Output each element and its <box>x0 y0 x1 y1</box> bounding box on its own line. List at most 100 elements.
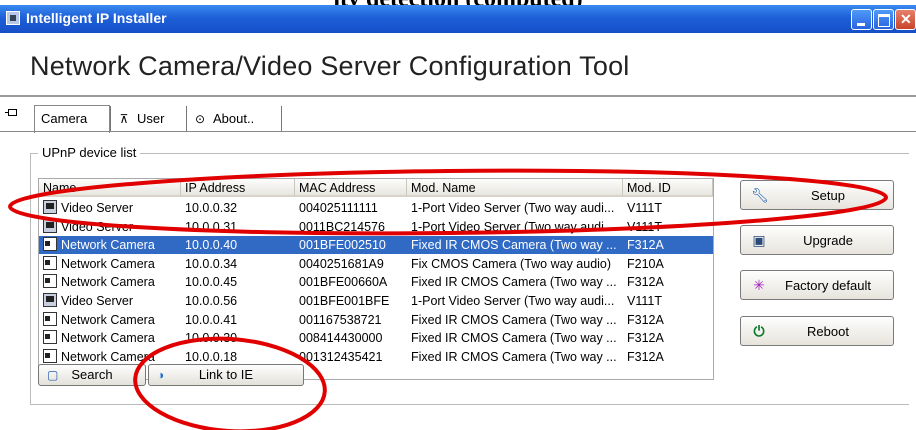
table-cell: Fixed IR CMOS Camera (Two way ... <box>411 349 617 364</box>
table-cell: Network Camera <box>61 256 155 271</box>
reboot-button-label: Reboot <box>807 324 849 339</box>
column-header-model-name[interactable]: Mod. Name <box>407 179 623 197</box>
table-cell: V111T <box>627 294 662 308</box>
table-cell: Network Camera <box>61 312 155 327</box>
network-camera-icon <box>43 348 57 363</box>
table-row[interactable]: Network Camera 10.0.0.30 008414430000 Fixed… <box>39 329 713 347</box>
table-cell: Video Server <box>61 294 134 308</box>
table-cell: Network Camera <box>61 238 155 253</box>
table-cell: F312A <box>627 331 664 346</box>
minimize-button[interactable] <box>851 9 872 30</box>
factory-default-button-label: Factory default <box>785 278 871 293</box>
table-cell: 001BFE00660A <box>299 275 388 290</box>
video-server-icon <box>43 200 57 214</box>
table-row[interactable]: Network Camera 10.0.0.40 001BFE002510 Fixed… <box>39 236 713 255</box>
network-camera-icon <box>43 330 57 345</box>
table-cell: 0040251681A9 <box>299 256 384 271</box>
network-camera-icon <box>43 237 57 252</box>
table-cell: Video Server <box>61 219 134 234</box>
app-heading: Network Camera/Video Server Configuratio… <box>30 51 630 81</box>
video-server-icon <box>43 218 57 233</box>
table-cell: 10.0.0.30 <box>185 331 238 346</box>
maximize-button[interactable] <box>873 9 894 30</box>
setup-button[interactable]: 🔧︎ Setup <box>740 180 894 210</box>
info-icon: ⊙ <box>194 112 206 126</box>
table-cell: F312A <box>627 312 664 327</box>
video-server-icon <box>43 293 57 307</box>
factory-default-button[interactable]: ✳ Factory default <box>740 270 894 300</box>
table-cell: 004025111111 <box>299 201 378 215</box>
table-cell: 001BFE002510 <box>299 238 386 253</box>
tab-camera-label: Camera <box>41 111 88 126</box>
wrench-icon: 🔧︎ <box>751 187 769 203</box>
tab-about[interactable]: ⊙ About.. <box>186 106 282 131</box>
table-cell: 008414430000 <box>299 331 383 346</box>
table-row[interactable]: Network Camera 10.0.0.41 001167538721 Fixed… <box>39 311 713 329</box>
table-row[interactable]: Video Server 10.0.0.56 001BFE001BFE 1-Port … <box>39 292 713 310</box>
tab-user-label: User <box>137 111 165 126</box>
table-cell: 10.0.0.56 <box>185 294 238 308</box>
reboot-button[interactable]: ⏻︎ Reboot <box>740 316 894 346</box>
tab-divider <box>0 131 916 132</box>
table-cell: Network Camera <box>61 331 155 346</box>
tab-user[interactable]: ⊼ User <box>110 106 189 131</box>
heading-divider <box>0 95 916 97</box>
table-cell: Network Camera <box>61 275 155 290</box>
tab-bar: Camera ⊼ User ⊙ About.. <box>0 103 916 133</box>
table-cell: 001BFE001BFE <box>299 294 390 308</box>
table-cell: Fixed IR CMOS Camera (Two way ... <box>411 312 617 327</box>
device-list-header: Name IP Address MAC Address Mod. Name Mo… <box>39 179 713 197</box>
table-cell: Fixed IR CMOS Camera (Two way ... <box>411 331 617 346</box>
table-cell: 001312435421 <box>299 349 383 364</box>
network-camera-icon <box>43 255 57 270</box>
table-cell: Fix CMOS Camera (Two way audio) <box>411 256 612 271</box>
table-cell: 0011BC214576 <box>299 219 385 234</box>
upgrade-button[interactable]: ▣ Upgrade <box>740 225 894 255</box>
table-row[interactable]: Network Camera 10.0.0.34 0040251681A9 Fix C… <box>39 255 713 273</box>
table-cell: 10.0.0.31 <box>185 219 238 234</box>
column-header-mac[interactable]: MAC Address <box>295 179 407 197</box>
network-camera-icon <box>43 311 57 326</box>
close-button[interactable] <box>895 9 916 30</box>
column-header-model-id[interactable]: Mod. ID <box>623 179 713 197</box>
table-cell: F210A <box>627 256 664 271</box>
table-cell: 001167538721 <box>299 312 382 327</box>
title-bar: Intelligent IP Installer <box>0 5 916 33</box>
power-icon: ⏻︎ <box>753 323 765 339</box>
table-cell: 10.0.0.41 <box>185 312 238 327</box>
tab-about-label: About.. <box>213 111 255 126</box>
pin-icon[interactable] <box>5 109 17 116</box>
table-cell: 10.0.0.32 <box>185 201 238 215</box>
search-button[interactable]: ▢ Search <box>38 364 146 386</box>
table-cell: Fixed IR CMOS Camera (Two way ... <box>411 238 617 253</box>
upgrade-icon: ▣ <box>752 232 766 248</box>
search-button-label: Search <box>71 367 113 382</box>
device-list[interactable]: Name IP Address MAC Address Mod. Name Mo… <box>38 178 714 380</box>
table-row[interactable]: Network Camera 10.0.0.45 001BFE00660A Fixed… <box>39 273 713 291</box>
factory-default-icon: ✳ <box>753 277 765 293</box>
link-to-ie-button[interactable]: ◑ Link to IE <box>148 364 304 386</box>
table-cell: F312A <box>627 275 664 290</box>
table-cell: F312A <box>627 349 664 364</box>
table-cell: 1-Port Video Server (Two way audi... <box>411 201 615 215</box>
upgrade-button-label: Upgrade <box>803 233 853 248</box>
column-header-name[interactable]: Name <box>39 179 181 197</box>
table-cell: V111T <box>627 219 662 234</box>
device-list-group-label: UPnP device list <box>38 145 141 160</box>
setup-button-label: Setup <box>811 188 845 203</box>
table-cell: 10.0.0.45 <box>185 275 238 290</box>
table-row[interactable]: Video Server 10.0.0.31 0011BC214576 1-Port … <box>39 218 713 236</box>
column-header-ip[interactable]: IP Address <box>181 179 295 197</box>
link-to-ie-button-label: Link to IE <box>198 367 254 382</box>
user-icon: ⊼ <box>119 112 129 126</box>
app-icon <box>6 11 20 25</box>
table-cell: Fixed IR CMOS Camera (Two way ... <box>411 275 617 290</box>
table-row[interactable]: Video Server 10.0.0.32 004025111111 1-Port … <box>39 199 713 217</box>
table-cell: 1-Port Video Server (Two way audi... <box>411 219 615 234</box>
window-title: Intelligent IP Installer <box>26 10 167 26</box>
table-cell: F312A <box>627 238 664 253</box>
table-cell: Video Server <box>61 201 134 215</box>
table-cell: 10.0.0.34 <box>185 256 238 271</box>
network-camera-icon <box>43 274 57 289</box>
tab-camera[interactable]: Camera <box>34 105 110 133</box>
